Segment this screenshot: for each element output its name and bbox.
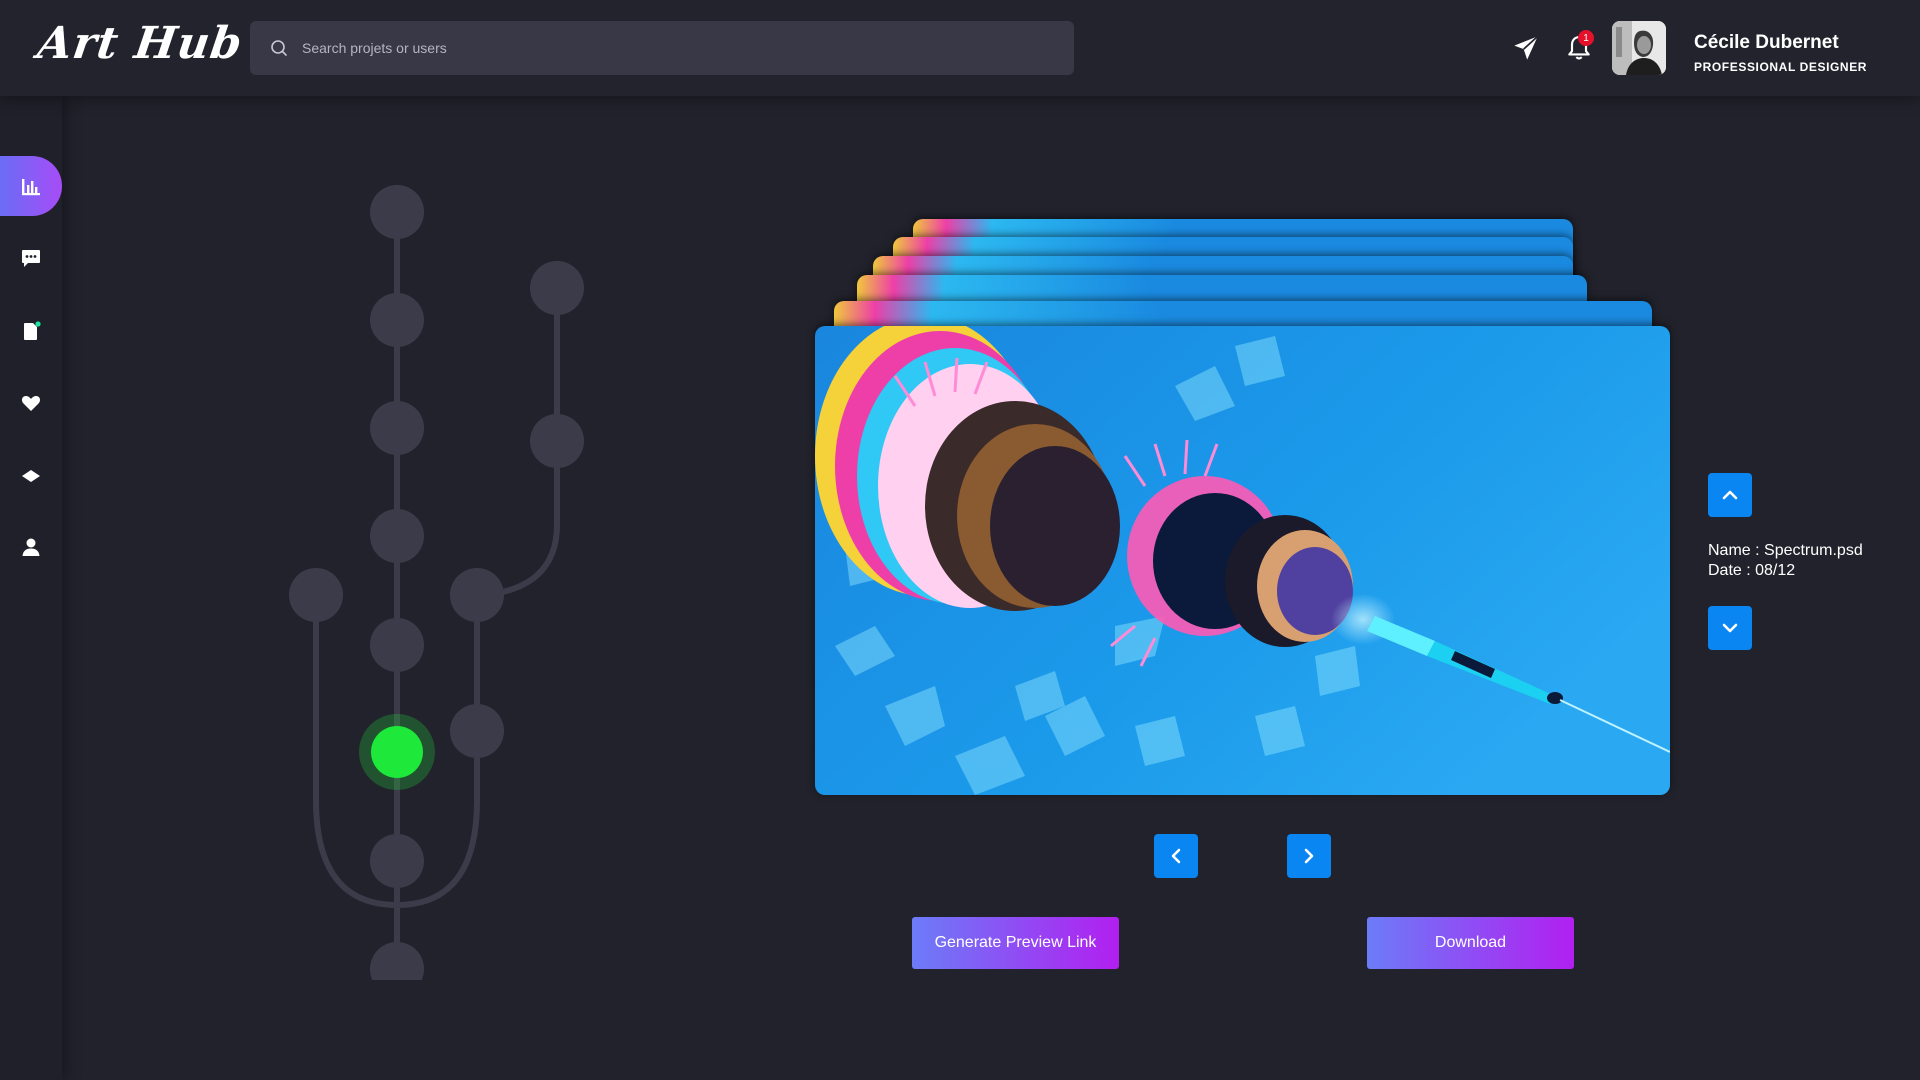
chart-icon	[22, 179, 40, 196]
user-role: PROFESSIONAL DESIGNER	[1694, 60, 1868, 74]
tree-node[interactable]	[289, 568, 343, 622]
heart-icon	[21, 395, 41, 411]
preview-image[interactable]	[815, 326, 1670, 795]
chevron-right-icon	[1304, 848, 1314, 864]
send-icon[interactable]	[1512, 34, 1540, 62]
app-logo[interactable]: Art Hub	[34, 18, 245, 69]
chat-icon	[22, 250, 40, 267]
sidebar-item-messages[interactable]	[0, 228, 62, 288]
search-icon	[271, 40, 287, 56]
tree-node[interactable]	[530, 261, 584, 315]
tree-node[interactable]	[450, 704, 504, 758]
file-date: Date : 08/12	[1708, 562, 1796, 579]
next-button[interactable]	[1287, 834, 1331, 878]
tree-node[interactable]	[370, 618, 424, 672]
generate-preview-link-button[interactable]: Generate Preview Link	[912, 917, 1119, 969]
search-bar[interactable]	[250, 21, 1074, 75]
search-input[interactable]	[302, 40, 1062, 56]
user-icon	[22, 538, 40, 556]
top-bar: Art Hub 1 Cécile Dubernet PROFESSIONAL D…	[0, 0, 1920, 96]
avatar[interactable]	[1612, 21, 1666, 75]
sidebar-item-layers[interactable]	[0, 446, 62, 506]
version-up-button[interactable]	[1708, 473, 1752, 517]
sidebar-item-favorites[interactable]	[0, 373, 62, 433]
chevron-down-icon	[1722, 623, 1738, 633]
notification-badge: 1	[1578, 30, 1594, 46]
file-name: Name : Spectrum.psd	[1708, 542, 1863, 559]
layers-icon	[22, 470, 40, 482]
tree-node[interactable]	[450, 568, 504, 622]
tree-node[interactable]	[370, 942, 424, 980]
sidebar-item-files[interactable]	[0, 301, 62, 361]
tree-node[interactable]	[370, 401, 424, 455]
chevron-left-icon	[1171, 848, 1181, 864]
version-tree	[289, 185, 584, 980]
tree-node[interactable]	[370, 293, 424, 347]
tree-node[interactable]	[530, 414, 584, 468]
version-down-button[interactable]	[1708, 606, 1752, 650]
tree-node[interactable]	[370, 185, 424, 239]
user-name[interactable]: Cécile Dubernet	[1694, 32, 1839, 54]
chevron-up-icon	[1722, 490, 1738, 500]
previous-button[interactable]	[1154, 834, 1198, 878]
sidebar-item-profile[interactable]	[0, 517, 62, 577]
file-icon	[24, 321, 41, 340]
download-button[interactable]: Download	[1367, 917, 1574, 969]
sidebar	[0, 96, 62, 1080]
sidebar-item-stats[interactable]	[0, 156, 62, 216]
tree-node-current[interactable]	[371, 726, 423, 778]
tree-node[interactable]	[370, 834, 424, 888]
tree-node[interactable]	[370, 509, 424, 563]
